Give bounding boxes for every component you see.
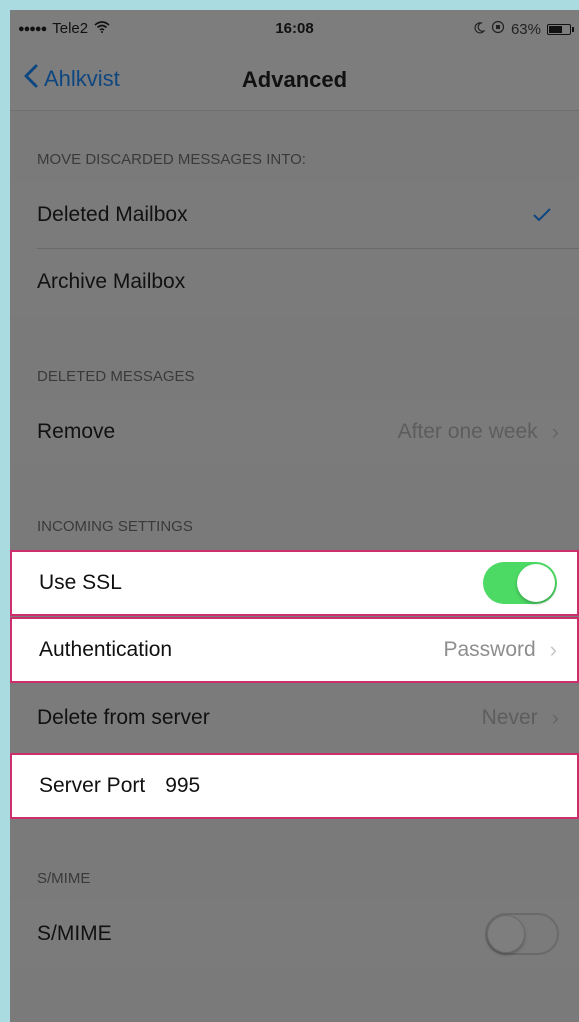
remove-row[interactable]: Remove After one week ›: [10, 399, 579, 465]
use-ssl-toggle[interactable]: [483, 562, 557, 604]
smime-toggle-wrap: [485, 913, 559, 955]
battery-fill: [549, 25, 562, 33]
toggle-knob: [517, 564, 555, 602]
section-header-incoming: INCOMING SETTINGS: [37, 518, 193, 535]
orientation-lock-icon: [491, 20, 505, 38]
archive-mailbox-row[interactable]: Archive Mailbox: [10, 249, 579, 315]
section-header-discard: MOVE DISCARDED MESSAGES INTO:: [37, 151, 306, 168]
archive-mailbox-label: Archive Mailbox: [37, 270, 186, 293]
delete-from-server-value-group: Never ›: [482, 705, 559, 731]
smime-label: S/MIME: [37, 922, 112, 945]
authentication-row[interactable]: Authentication Password ›: [10, 617, 579, 683]
battery-icon: [547, 23, 574, 35]
remove-value-group: After one week ›: [398, 419, 559, 445]
battery-tip: [572, 26, 574, 32]
smime-toggle[interactable]: [485, 913, 559, 955]
section-header-deleted: DELETED MESSAGES: [37, 368, 195, 385]
status-bar: ●●●●● Tele2 16:08 63%: [10, 10, 579, 50]
moon-icon: [473, 21, 486, 38]
screenshot-frame: ●●●●● Tele2 16:08 63% Ahlkvist Advanced …: [0, 0, 579, 1022]
use-ssl-row: Use SSL: [10, 550, 579, 616]
delete-from-server-row[interactable]: Delete from server Never ›: [10, 685, 579, 751]
server-port-label: Server Port: [39, 774, 146, 797]
navigation-bar: Ahlkvist Advanced: [10, 50, 579, 111]
checkmark-icon: [533, 202, 551, 228]
toggle-knob: [487, 915, 525, 953]
battery-percent: 63%: [510, 20, 541, 38]
use-ssl-label: Use SSL: [39, 571, 122, 594]
authentication-value: Password: [443, 638, 536, 661]
status-right: 63%: [473, 20, 574, 38]
delete-from-server-label: Delete from server: [37, 706, 210, 729]
remove-value: After one week: [397, 420, 538, 443]
server-port-row[interactable]: Server Port 995: [10, 753, 579, 819]
authentication-value-group: Password ›: [443, 637, 557, 663]
authentication-label: Authentication: [39, 638, 173, 661]
chevron-right-icon: ›: [551, 419, 559, 444]
server-port-input[interactable]: 995: [165, 774, 200, 798]
delete-from-server-value: Never: [481, 706, 538, 729]
deleted-mailbox-label: Deleted Mailbox: [37, 203, 188, 226]
use-ssl-toggle-wrap: [483, 562, 557, 604]
deleted-mailbox-row[interactable]: Deleted Mailbox: [10, 182, 579, 248]
page-title: Advanced: [241, 67, 348, 92]
remove-label: Remove: [37, 420, 116, 443]
section-header-smime: S/MIME: [37, 870, 91, 887]
chevron-right-icon: ›: [549, 637, 557, 662]
smime-row: S/MIME: [10, 901, 579, 967]
phone-screen: ●●●●● Tele2 16:08 63% Ahlkvist Advanced …: [10, 10, 579, 1022]
chevron-right-icon: ›: [551, 705, 559, 730]
